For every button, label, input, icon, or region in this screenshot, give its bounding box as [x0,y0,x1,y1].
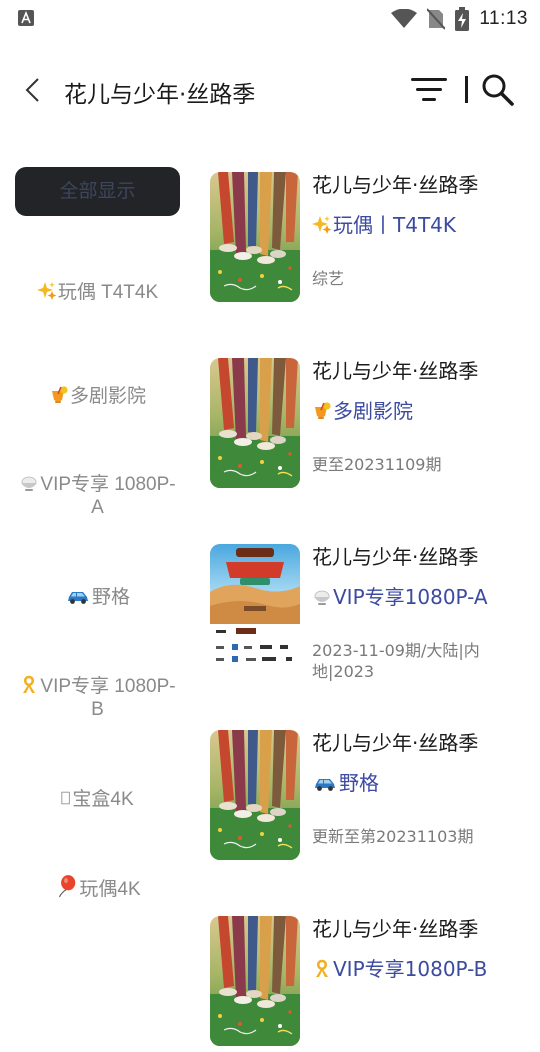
search-icon [482,74,514,106]
poster-thumbnail [210,544,300,674]
result-card[interactable]: 花儿与少年·丝路季 多剧影院 更至20231109期 [210,358,540,494]
poster-thumbnail [210,916,300,1046]
result-source-label: VIP专享1080P-B [333,957,488,981]
result-meta: 2023-11-09期/大陆|内地|2023 [312,641,480,681]
result-card[interactable]: 花儿与少年·丝路季 VIP专享1080P-A 2023-11-09期/大陆|内地… [210,544,540,681]
result-title: 花儿与少年·丝路季 [312,917,479,941]
wifi-icon [391,9,418,28]
sidebar-item-duoju[interactable]: 多剧影院 [15,383,180,409]
status-time: 11:13 [479,8,528,29]
rice-bowl-icon [312,587,332,607]
result-meta: 更新至第20231103期 [312,827,474,846]
result-title: 花儿与少年·丝路季 [312,173,479,197]
sidebar-item-baohe-4k[interactable]: 宝盒4K [15,786,180,812]
sparkle-icon [37,281,57,301]
chevron-left-icon [25,78,39,102]
result-source: 多剧影院 [312,398,413,424]
result-meta: 综艺 [312,269,345,288]
sidebar-item-label: 多剧影院 [69,385,146,407]
header-divider [465,76,468,103]
sidebar-item-label: VIP专享 1080P-A [40,474,176,518]
sidebar-item-label-wrap: 玩偶 T4T4K [37,281,158,304]
sidebar-item-label: 玩偶4K [79,878,141,900]
cocktail-icon [49,385,69,405]
sidebar-item-label-wrap: VIP专享 1080P-B [15,675,180,721]
app-header: 花儿与少年·丝路季 [0,60,540,120]
sparkle-icon [312,215,332,235]
source-sidebar: 全部显示 玩偶 T4T4K 多剧影院 VIP专享 1080P-A 野格 VIP专… [0,150,196,960]
sidebar-item-label: 玩偶 T4T4K [57,281,159,303]
sidebar-item-label-wrap: VIP专享 1080P-A [15,473,180,519]
sidebar-item-label-wrap: 宝盒4K [61,788,134,811]
result-title: 花儿与少年·丝路季 [312,731,479,755]
missing-glyph-icon [61,788,71,808]
sidebar-item-label-wrap: 野格 [65,586,130,609]
poster-thumbnail [210,172,300,302]
back-button[interactable] [14,72,50,108]
sidebar-item-vip-a[interactable]: VIP专享 1080P-A [15,470,180,522]
sidebar-item-yege[interactable]: 野格 [15,584,180,610]
ribbon-icon [19,675,39,695]
result-source: VIP专享1080P-A [312,584,488,610]
filter-icon [411,78,447,101]
sidebar-item-label: 野格 [91,586,130,608]
battery-charging-icon [455,7,470,31]
sidebar-item-label-wrap: 玩偶4K [54,874,141,901]
filter-button[interactable] [406,72,452,108]
cocktail-icon [312,401,332,421]
sidebar-item-label: 宝盒4K [72,788,134,810]
status-bar: 11:13 [0,0,540,38]
result-source-label: 玩偶丨T4T4K [333,213,456,237]
ribbon-icon [312,959,332,979]
balloon-icon [54,874,78,898]
result-list: 花儿与少年·丝路季 玩偶丨T4T4K 综艺 花儿与少年·丝路季 多剧影院 更至2… [196,150,540,960]
result-meta: 更至20231109期 [312,455,442,474]
rice-bowl-icon [19,473,39,493]
sidebar-item-all[interactable]: 全部显示 [15,167,180,216]
car-icon [65,586,91,606]
result-source: 玩偶丨T4T4K [312,212,456,238]
result-title: 花儿与少年·丝路季 [312,545,479,569]
sidebar-item-label: VIP专享 1080P-B [40,676,176,720]
car-icon [312,773,338,793]
sidebar-item-label-wrap: 多剧影院 [49,385,146,408]
result-source-label: VIP专享1080P-A [333,585,488,609]
no-sim-icon [427,8,446,30]
result-title: 花儿与少年·丝路季 [312,359,479,383]
poster-thumbnail [210,730,300,860]
sidebar-item-wanou-4k[interactable]: 玩偶4K [15,874,180,900]
sidebar-item-wanou-t4t4k[interactable]: 玩偶 T4T4K [15,266,180,318]
result-source-label: 野格 [339,771,379,795]
result-card[interactable]: 花儿与少年·丝路季 玩偶丨T4T4K 综艺 [210,172,540,308]
page-title: 花儿与少年·丝路季 [64,82,256,108]
result-card[interactable]: 花儿与少年·丝路季 野格 更新至第20231103期 [210,730,540,866]
result-source-label: 多剧影院 [333,399,413,423]
app-notification-icon [18,10,34,26]
sidebar-item-label: 全部显示 [59,181,136,202]
sidebar-item-vip-b[interactable]: VIP专享 1080P-B [15,672,180,724]
poster-thumbnail [210,358,300,488]
result-card[interactable]: 花儿与少年·丝路季 VIP专享1080P-B [210,916,540,1052]
search-button[interactable] [478,70,518,110]
result-source: 野格 [312,770,379,796]
